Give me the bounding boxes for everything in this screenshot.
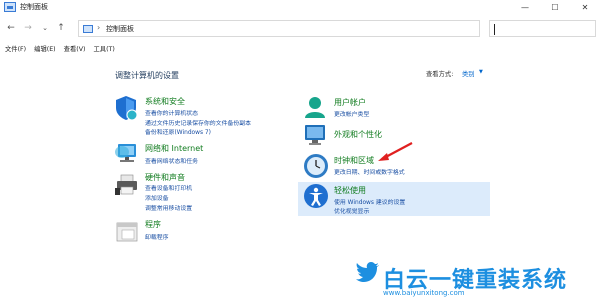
category-hardware-sound[interactable]: 硬件和声音 bbox=[145, 172, 185, 183]
search-input[interactable] bbox=[489, 20, 596, 37]
twitter-bird-icon bbox=[356, 262, 379, 282]
link-optimize-visual-display[interactable]: 优化视觉显示 bbox=[334, 206, 369, 215]
navigation-bar: ← → ⌄ ↑ › 控制面板 ⌄ ↻ bbox=[0, 19, 600, 39]
printer-icon bbox=[115, 174, 137, 195]
category-ease-of-access[interactable]: 轻松使用 bbox=[334, 185, 366, 196]
recent-locations-button[interactable]: ⌄ bbox=[39, 22, 51, 34]
close-button[interactable]: ✕ bbox=[570, 0, 600, 14]
user-icon bbox=[305, 97, 325, 118]
category-network-internet[interactable]: 网络和 Internet bbox=[145, 143, 203, 154]
link-network-status[interactable]: 查看网络状态和任务 bbox=[145, 156, 198, 165]
maximize-button[interactable]: ☐ bbox=[540, 0, 570, 14]
category-user-accounts[interactable]: 用户帐户 bbox=[334, 97, 366, 108]
link-view-computer-status[interactable]: 查看你的计算机状态 bbox=[145, 108, 198, 117]
menu-bar: 文件(F) 编辑(E) 查看(V) 工具(T) bbox=[0, 44, 600, 56]
view-by-dropdown[interactable]: 类别 bbox=[462, 69, 475, 78]
view-by-label: 查看方式: bbox=[426, 71, 454, 78]
control-panel-window: 控制面板 — ☐ ✕ ← → ⌄ ↑ › 控制面板 ⌄ ↻ 文件(F) 编辑(E… bbox=[0, 0, 600, 308]
clock-icon bbox=[304, 154, 328, 178]
category-programs[interactable]: 程序 bbox=[145, 219, 161, 230]
back-button[interactable]: ← bbox=[5, 22, 17, 34]
watermark-url: www.baiyunxitong.com bbox=[383, 289, 465, 297]
accessibility-icon bbox=[304, 184, 328, 208]
address-bar[interactable]: › 控制面板 ⌄ ↻ bbox=[78, 20, 553, 37]
category-clock-region[interactable]: 时钟和区域 bbox=[334, 155, 374, 166]
appearance-icon bbox=[305, 125, 325, 145]
link-mobility-settings[interactable]: 调整常用移动设置 bbox=[145, 203, 192, 212]
link-add-device[interactable]: 添加设备 bbox=[145, 193, 169, 202]
minimize-button[interactable]: — bbox=[510, 0, 540, 14]
link-uninstall-program[interactable]: 卸载程序 bbox=[145, 232, 169, 241]
link-change-account-type[interactable]: 更改帐户类型 bbox=[334, 109, 369, 118]
network-icon bbox=[115, 144, 136, 162]
shield-icon bbox=[116, 96, 138, 121]
window-title: 控制面板 bbox=[20, 3, 48, 11]
text-cursor bbox=[494, 24, 495, 35]
category-appearance-personalization[interactable]: 外观和个性化 bbox=[334, 129, 382, 140]
breadcrumb-control-panel[interactable]: 控制面板 bbox=[106, 24, 134, 34]
menu-edit[interactable]: 编辑(E) bbox=[34, 44, 56, 56]
control-panel-icon bbox=[83, 25, 93, 33]
link-file-history-backup[interactable]: 通过文件历史记录保存你的文件备份副本 bbox=[145, 118, 251, 127]
dropdown-arrow-icon[interactable]: ▼ bbox=[479, 69, 483, 75]
programs-icon bbox=[116, 222, 138, 242]
forward-button[interactable]: → bbox=[22, 22, 34, 34]
window-controls: — ☐ ✕ bbox=[510, 0, 600, 14]
annotation-arrow bbox=[378, 142, 413, 161]
up-button[interactable]: ↑ bbox=[55, 22, 67, 34]
menu-file[interactable]: 文件(F) bbox=[5, 44, 26, 56]
title-bar: 控制面板 — ☐ ✕ bbox=[0, 0, 600, 14]
link-devices-printers[interactable]: 查看设备和打印机 bbox=[145, 183, 192, 192]
link-date-time-format[interactable]: 更改日期、时间或数字格式 bbox=[334, 167, 405, 176]
menu-view[interactable]: 查看(V) bbox=[64, 44, 86, 56]
category-system-security[interactable]: 系统和安全 bbox=[145, 96, 185, 107]
link-backup-restore[interactable]: 备份和还原(Windows 7) bbox=[145, 127, 211, 136]
menu-tools[interactable]: 工具(T) bbox=[93, 44, 114, 56]
control-panel-icon bbox=[4, 2, 16, 12]
page-title: 调整计算机的设置 bbox=[115, 71, 179, 80]
breadcrumb-separator[interactable]: › bbox=[97, 23, 100, 32]
link-recommended-settings[interactable]: 使用 Windows 建议的设置 bbox=[334, 197, 405, 206]
